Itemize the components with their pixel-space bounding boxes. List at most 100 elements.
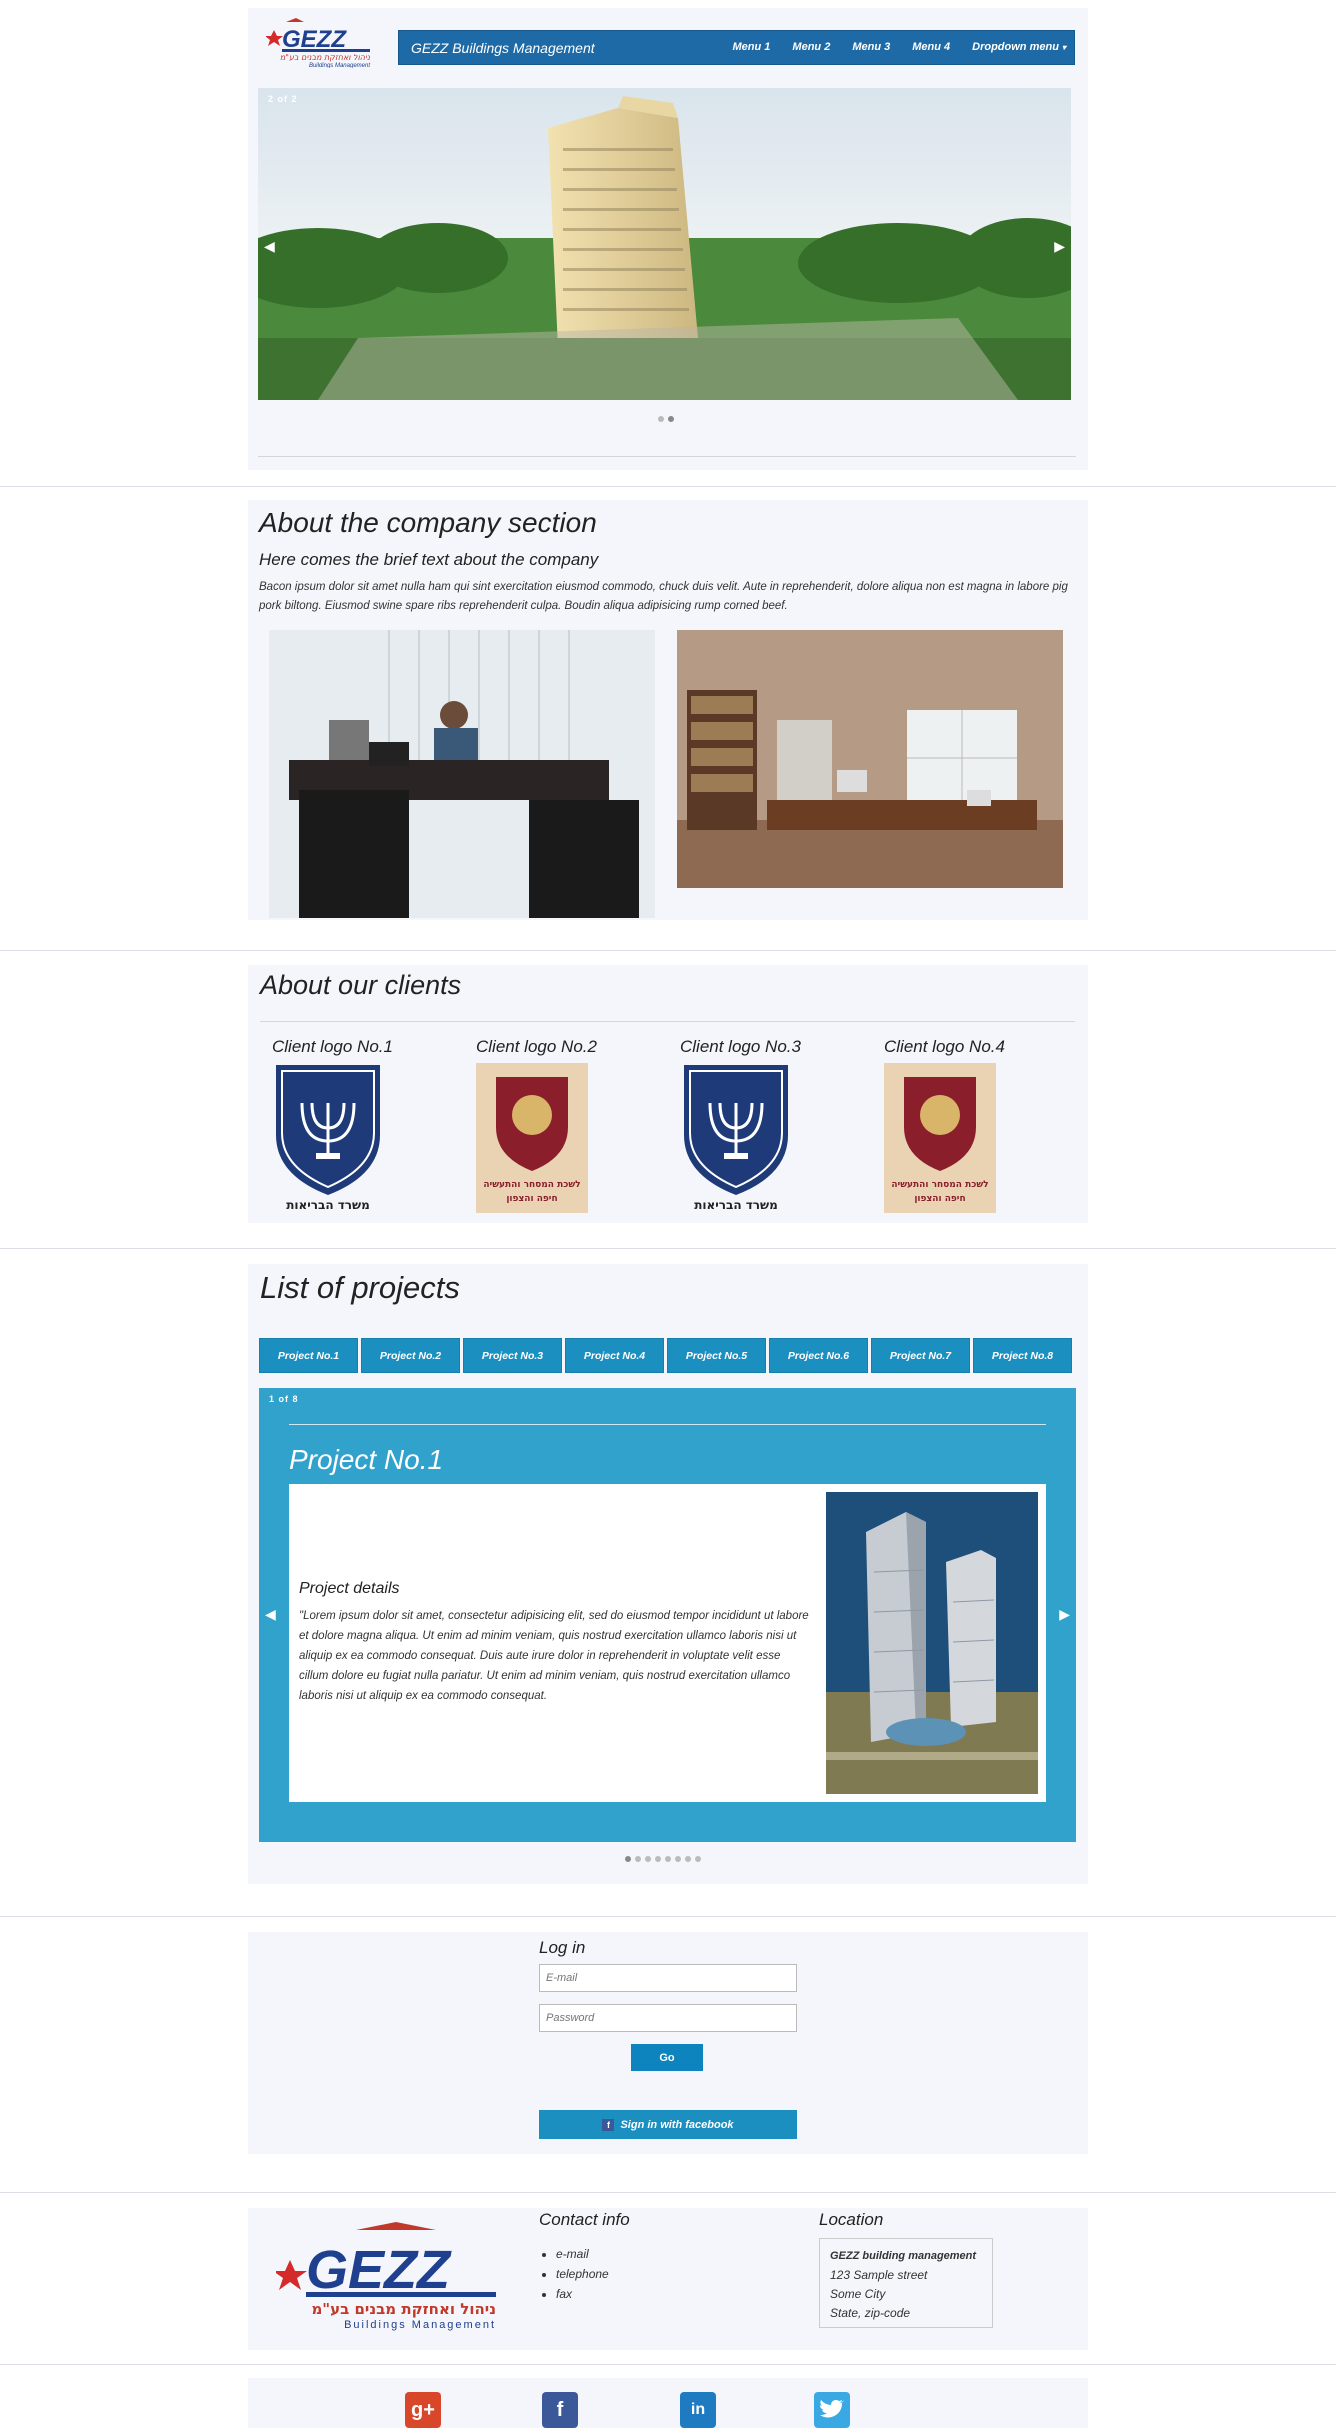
go-button[interactable]: Go xyxy=(631,2044,703,2071)
chamber-of-commerce-logo[interactable]: לשכת המסחר והתעשיה חיפה והצפון xyxy=(884,1063,996,1213)
section-divider xyxy=(0,2192,1336,2193)
svg-text:ניהול ואחזקת מבנים בע"מ: ניהול ואחזקת מבנים בע"מ xyxy=(311,2300,496,2318)
slider-dot[interactable] xyxy=(658,416,664,422)
nav-menu-1[interactable]: Menu 1 xyxy=(733,41,771,53)
svg-text:Buildings Management: Buildings Management xyxy=(344,2319,496,2331)
tab-project-5[interactable]: Project No.5 xyxy=(667,1338,766,1373)
slider-dot[interactable] xyxy=(665,1856,671,1862)
footer-logo[interactable]: GEZZ ניהול ואחזקת מבנים בע"מ Buildings M… xyxy=(273,2222,506,2332)
section-divider xyxy=(0,1916,1336,1917)
about-section: About the company section Here comes the… xyxy=(248,500,1088,920)
project-details-text: "Lorem ipsum dolor sit amet, consectetur… xyxy=(299,1610,809,1702)
client-label: Client logo No.1 xyxy=(272,1037,393,1056)
project-slider-dots xyxy=(625,1856,701,1862)
slider-dot-active[interactable] xyxy=(625,1856,631,1862)
project-details-heading: Project details xyxy=(299,1580,400,1597)
client-label: Client logo No.3 xyxy=(680,1037,801,1056)
contact-fax[interactable]: fax xyxy=(556,2284,609,2304)
tab-project-6[interactable]: Project No.6 xyxy=(769,1338,868,1373)
nav-menu-4[interactable]: Menu 4 xyxy=(912,41,950,53)
slider-dot[interactable] xyxy=(645,1856,651,1862)
google-plus-icon[interactable]: g+ xyxy=(405,2392,441,2428)
project-prev-arrow-icon[interactable]: ◀ xyxy=(265,1606,276,1623)
divider xyxy=(260,1021,1075,1022)
tab-project-3[interactable]: Project No.3 xyxy=(463,1338,562,1373)
facebook-icon[interactable]: f xyxy=(542,2392,578,2428)
tab-project-8[interactable]: Project No.8 xyxy=(973,1338,1072,1373)
tab-project-7[interactable]: Project No.7 xyxy=(871,1338,970,1373)
facebook-icon: f xyxy=(602,2118,615,2131)
hero-slider: 2 of 2 ◀ ▶ xyxy=(258,88,1071,400)
client-label: Client logo No.4 xyxy=(884,1037,1005,1056)
facebook-signin-label: Sign in with facebook xyxy=(620,2118,734,2131)
address-city: Some City xyxy=(830,2287,886,2301)
password-input[interactable] xyxy=(539,2004,797,2032)
project-card: Project details "Lorem ipsum dolor sit a… xyxy=(289,1484,1046,1802)
about-subtitle: Here comes the brief text about the comp… xyxy=(259,550,599,569)
svg-text:GEZZ: GEZZ xyxy=(306,2240,452,2300)
clients-section: About our clients Client logo No.1 משרד … xyxy=(248,965,1088,1223)
slider-dots xyxy=(658,416,674,422)
address-state: State, zip-code xyxy=(830,2306,911,2320)
nav-menu-3[interactable]: Menu 3 xyxy=(852,41,890,53)
header-section: GEZZ ניהול ואחזקת מבנים בע"מ Buildings M… xyxy=(248,8,1088,470)
address-name: GEZZ building management xyxy=(830,2250,977,2262)
slider-dot[interactable] xyxy=(635,1856,641,1862)
slider-dot[interactable] xyxy=(655,1856,661,1862)
slider-dot[interactable] xyxy=(675,1856,681,1862)
contact-info-title: Contact info xyxy=(539,2210,630,2229)
svg-text:ניהול ואחזקת מבנים בע"מ: ניהול ואחזקת מבנים בע"מ xyxy=(280,53,371,62)
linkedin-icon[interactable]: in xyxy=(680,2392,716,2428)
tab-project-2[interactable]: Project No.2 xyxy=(361,1338,460,1373)
contact-telephone[interactable]: telephone xyxy=(556,2264,609,2284)
divider xyxy=(289,1424,1046,1425)
caret-down-icon: ▾ xyxy=(1061,43,1066,52)
project-next-arrow-icon[interactable]: ▶ xyxy=(1059,1606,1070,1623)
project-towers-image xyxy=(826,1492,1038,1794)
twitter-icon[interactable] xyxy=(814,2392,850,2428)
section-divider xyxy=(0,486,1336,487)
navbar-brand[interactable]: GEZZ Buildings Management xyxy=(411,40,595,56)
svg-text:GEZZ: GEZZ xyxy=(282,26,347,53)
navbar: GEZZ Buildings Management Menu 1 Menu 2 … xyxy=(398,30,1075,65)
slider-dot[interactable] xyxy=(685,1856,691,1862)
nav-menu-2[interactable]: Menu 2 xyxy=(792,41,830,53)
slider-next-arrow-icon[interactable]: ▶ xyxy=(1054,238,1065,255)
project-slider: 1 of 8 Project No.1 Project details "Lor… xyxy=(259,1388,1076,1842)
svg-text:משרד הבריאות: משרד הבריאות xyxy=(286,1198,370,1212)
section-divider xyxy=(0,1248,1336,1249)
client-item: Client logo No.2 לשכת המסחר והתעשיה חיפה… xyxy=(476,1037,626,1218)
projects-section: List of projects Project No.1 Project No… xyxy=(248,1264,1088,1884)
tab-project-1[interactable]: Project No.1 xyxy=(259,1338,358,1373)
facebook-signin-button[interactable]: f Sign in with facebook xyxy=(539,2110,797,2139)
svg-text:חיפה והצפון: חיפה והצפון xyxy=(506,1194,557,1204)
address-street: 123 Sample street xyxy=(830,2268,928,2282)
project-title: Project No.1 xyxy=(289,1444,444,1475)
dropdown-label: Dropdown menu xyxy=(972,41,1059,53)
svg-text:Buildings Management: Buildings Management xyxy=(309,63,370,68)
footer-section: GEZZ ניהול ואחזקת מבנים בע"מ Buildings M… xyxy=(248,2208,1088,2350)
slider-prev-arrow-icon[interactable]: ◀ xyxy=(264,238,275,255)
nav-dropdown-menu[interactable]: Dropdown menu ▾ xyxy=(972,41,1066,53)
svg-text:חיפה והצפון: חיפה והצפון xyxy=(914,1194,965,1204)
section-divider xyxy=(0,950,1336,951)
address-box: GEZZ building management 123 Sample stre… xyxy=(819,2238,993,2328)
slider-dot[interactable] xyxy=(695,1856,701,1862)
ministry-emblem-logo[interactable]: משרד הבריאות xyxy=(680,1063,792,1213)
contact-list: e-mail telephone fax xyxy=(556,2244,609,2304)
tab-project-4[interactable]: Project No.4 xyxy=(565,1338,664,1373)
login-section: Log in Go f Sign in with facebook xyxy=(248,1932,1088,2154)
company-logo[interactable]: GEZZ ניהול ואחזקת מבנים בע"מ Buildings M… xyxy=(265,18,376,69)
section-divider xyxy=(0,2364,1336,2365)
projects-title: List of projects xyxy=(260,1270,460,1305)
ministry-emblem-logo[interactable]: משרד הבריאות xyxy=(272,1063,384,1213)
location-title: Location xyxy=(819,2210,884,2229)
login-title: Log in xyxy=(539,1938,586,1957)
email-input[interactable] xyxy=(539,1964,797,1992)
svg-text:משרד הבריאות: משרד הבריאות xyxy=(694,1198,778,1212)
client-item: Client logo No.4 לשכת המסחר והתעשיה חיפה… xyxy=(884,1037,1034,1218)
chamber-of-commerce-logo[interactable]: לשכת המסחר והתעשיה חיפה והצפון xyxy=(476,1063,588,1213)
contact-email[interactable]: e-mail xyxy=(556,2244,609,2264)
client-label: Client logo No.2 xyxy=(476,1037,597,1056)
slider-dot-active[interactable] xyxy=(668,416,674,422)
